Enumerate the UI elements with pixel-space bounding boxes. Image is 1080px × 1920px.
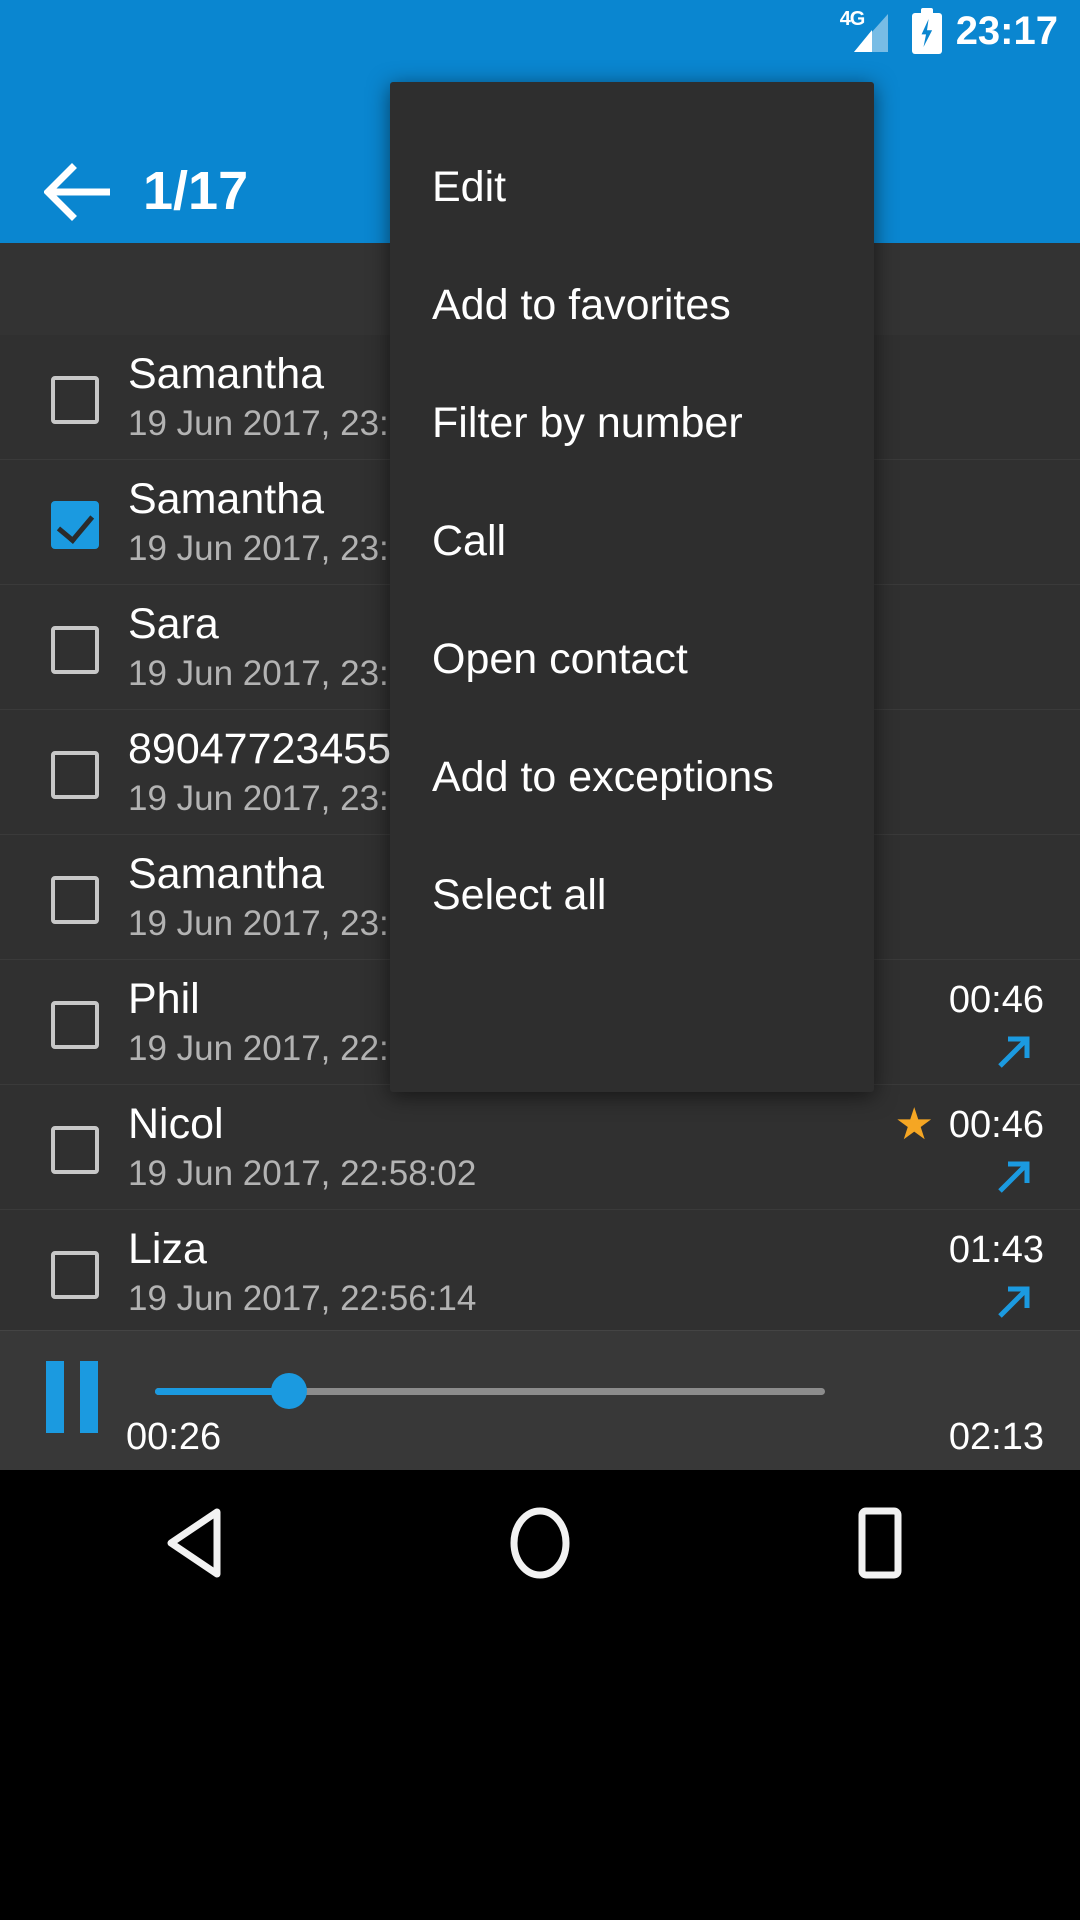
seek-bar[interactable] <box>155 1373 825 1409</box>
pause-bar-left <box>46 1361 64 1433</box>
contact-name: 89047723455 <box>128 725 392 773</box>
menu-item-add-to-exceptions[interactable]: Add to exceptions <box>390 718 874 836</box>
pause-icon[interactable] <box>46 1361 106 1433</box>
player-total-time: 02:13 <box>948 1416 1044 1458</box>
player-current-time: 00:26 <box>126 1416 222 1458</box>
contact-name: Liza <box>128 1225 207 1273</box>
pause-bar-right <box>80 1361 98 1433</box>
nav-home-circle-icon[interactable] <box>480 1488 600 1598</box>
row-checkbox[interactable] <box>51 1126 99 1174</box>
selection-count-title: 1/17 <box>143 161 249 221</box>
seek-bar-fill <box>155 1388 289 1395</box>
status-bar: 4G 23:17 <box>0 0 1080 62</box>
nav-recents-square-icon[interactable] <box>820 1488 940 1598</box>
call-timestamp: 19 Jun 2017, 23:0 <box>128 904 409 943</box>
overflow-popup-menu[interactable]: Edit Add to favorites Filter by number Call… <box>390 82 874 1092</box>
signal-triangle-filled <box>853 30 872 52</box>
row-checkbox[interactable] <box>51 751 99 799</box>
call-timestamp: 19 Jun 2017, 23:0 <box>128 404 409 443</box>
menu-item-edit[interactable]: Edit <box>390 128 874 246</box>
status-bar-icons: 4G 23:17 <box>840 0 1058 62</box>
menu-item-select-all[interactable]: Select all <box>390 836 874 954</box>
call-list-row[interactable]: Liza 19 Jun 2017, 22:56:14 01:43 <box>0 1210 1080 1330</box>
contact-name: Samantha <box>128 350 325 398</box>
row-checkbox[interactable] <box>51 876 99 924</box>
call-timestamp: 19 Jun 2017, 23:0 <box>128 654 409 693</box>
row-checkbox[interactable] <box>51 626 99 674</box>
call-timestamp: 19 Jun 2017, 23:0 <box>128 779 409 818</box>
audio-player-bar: 00:26 02:13 <box>0 1330 1080 1470</box>
call-list-row[interactable]: Nicol 19 Jun 2017, 22:58:02 ★ 00:46 <box>0 1085 1080 1210</box>
battery-charging-icon <box>911 8 942 54</box>
row-checkbox[interactable] <box>51 1251 99 1299</box>
call-duration: 01:43 <box>948 1229 1044 1271</box>
call-timestamp: 19 Jun 2017, 22:56:14 <box>128 1279 477 1318</box>
outgoing-call-arrow-icon <box>992 1155 1036 1199</box>
system-navigation-bar <box>0 1470 1080 1920</box>
outgoing-call-arrow-icon <box>992 1280 1036 1324</box>
signal-bars-icon: 4G <box>840 8 898 54</box>
favorite-star-icon: ★ <box>894 1100 934 1149</box>
row-checkbox[interactable] <box>51 1001 99 1049</box>
contact-name: Samantha <box>128 475 325 523</box>
seek-bar-thumb[interactable] <box>271 1373 307 1409</box>
menu-item-open-contact[interactable]: Open contact <box>390 600 874 718</box>
contact-name: Samantha <box>128 850 325 898</box>
menu-item-filter-by-number[interactable]: Filter by number <box>390 364 874 482</box>
contact-name: Sara <box>128 600 219 648</box>
row-checkbox-checked[interactable] <box>51 501 99 549</box>
call-duration: 00:46 <box>948 979 1044 1021</box>
arrow-left-icon[interactable] <box>44 162 116 222</box>
outgoing-call-arrow-icon <box>992 1030 1036 1074</box>
contact-name: Nicol <box>128 1100 224 1148</box>
call-duration: 00:46 <box>948 1104 1044 1146</box>
nav-back-triangle-icon[interactable] <box>140 1488 260 1598</box>
call-timestamp: 19 Jun 2017, 23:0 <box>128 529 409 568</box>
status-bar-clock: 23:17 <box>955 9 1058 53</box>
row-checkbox[interactable] <box>51 376 99 424</box>
contact-name: Phil <box>128 975 200 1023</box>
menu-item-call[interactable]: Call <box>390 482 874 600</box>
menu-item-add-to-favorites[interactable]: Add to favorites <box>390 246 874 364</box>
call-timestamp: 19 Jun 2017, 22:58:02 <box>128 1154 477 1193</box>
